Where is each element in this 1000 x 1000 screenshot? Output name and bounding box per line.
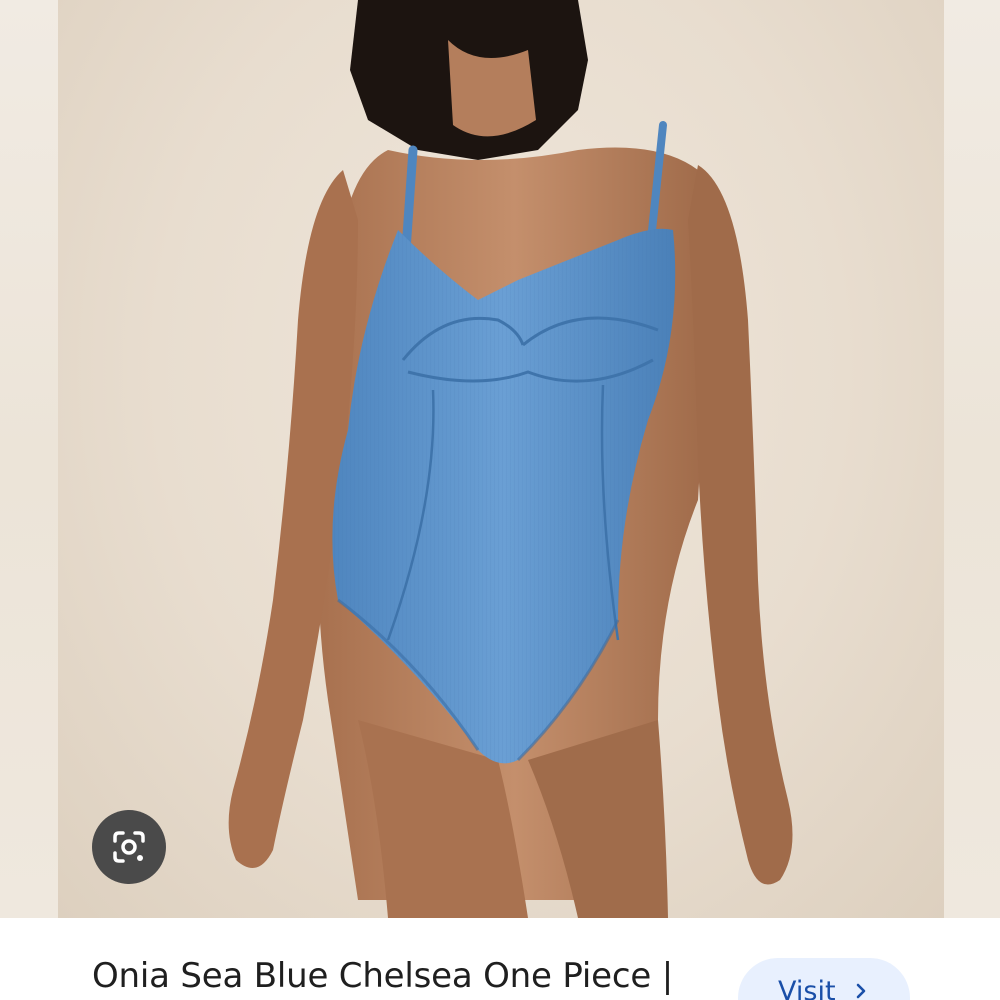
left-blur-gutter [0, 0, 58, 918]
google-lens-icon [113, 831, 145, 863]
product-info-bar: Onia Sea Blue Chelsea One Piece | Visit [58, 918, 944, 1000]
product-image[interactable] [58, 0, 944, 918]
product-photo-illustration [228, 0, 793, 918]
right-arm [688, 165, 793, 885]
right-blur-gutter [944, 0, 1000, 918]
product-title[interactable]: Onia Sea Blue Chelsea One Piece | [92, 956, 673, 996]
chevron-right-icon [856, 983, 866, 999]
visit-button[interactable]: Visit [738, 958, 910, 1000]
visit-label: Visit [778, 976, 836, 1000]
image-viewer: Onia Sea Blue Chelsea One Piece | Visit [0, 0, 1000, 1000]
google-lens-button[interactable] [92, 810, 166, 884]
